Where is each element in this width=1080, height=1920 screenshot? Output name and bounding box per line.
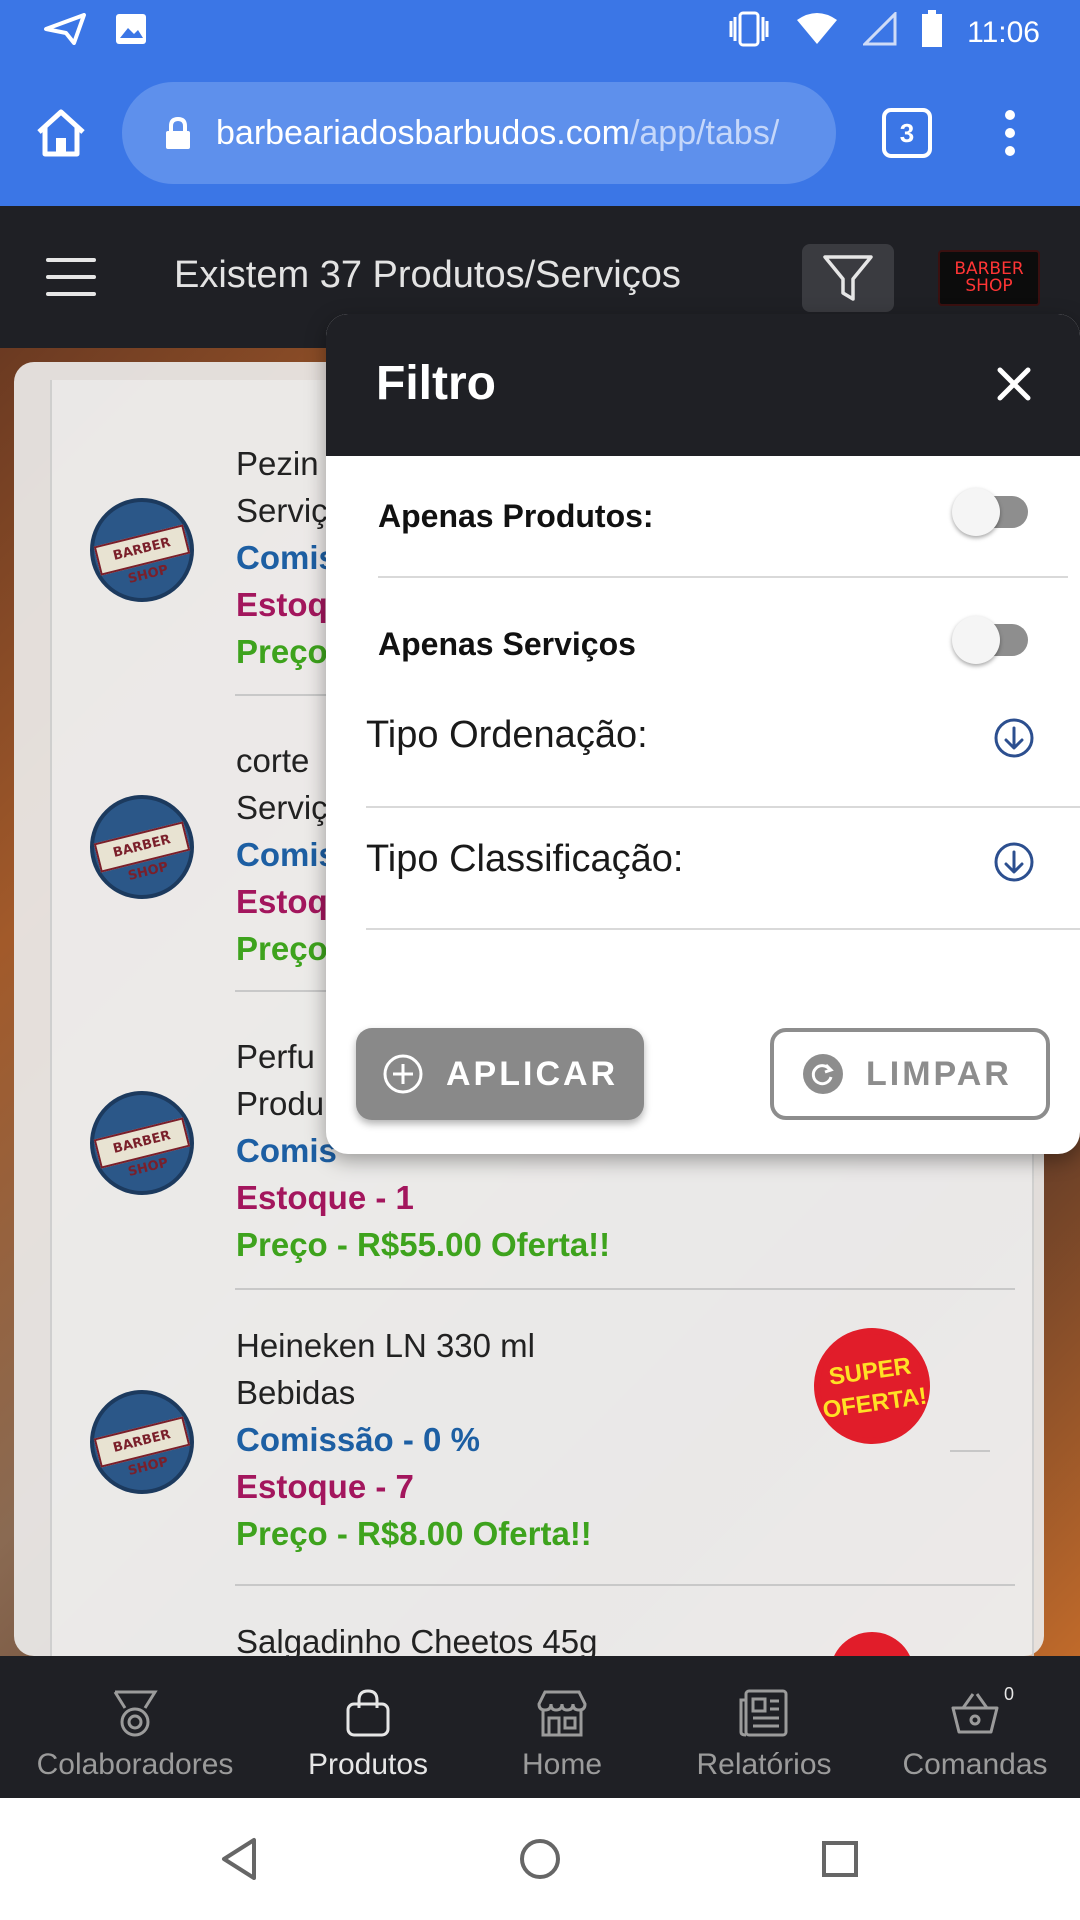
filter-icon <box>823 255 873 301</box>
url-bar[interactable]: barbeariadosbarbudos.com/app/tabs/ <box>122 82 836 184</box>
add-circle-icon <box>383 1054 423 1094</box>
url-host: barbeariadosbarbudos.com <box>216 113 630 152</box>
item-stock: Estoque - 1 <box>236 1179 414 1216</box>
close-icon[interactable] <box>992 362 1036 406</box>
refresh-icon <box>803 1054 843 1094</box>
apply-label: APLICAR <box>446 1054 619 1093</box>
back-icon[interactable] <box>216 1834 266 1884</box>
recents-icon[interactable] <box>815 1834 865 1884</box>
classification-type-select[interactable]: Tipo Classificação: <box>366 796 1080 916</box>
divider <box>366 928 1080 930</box>
filter-button[interactable] <box>802 244 894 312</box>
filter-header: Filtro <box>326 314 1080 456</box>
status-bar: 11:06 <box>0 0 1080 64</box>
wifi-icon <box>795 12 839 54</box>
tab-label: Comandas <box>902 1748 1048 1781</box>
lock-icon <box>166 116 190 149</box>
avatar: BARBER SHOP <box>90 1091 194 1195</box>
classification-type-label: Tipo Classificação: <box>366 838 684 880</box>
system-nav-bar <box>0 1798 1080 1920</box>
clear-label: LIMPAR <box>866 1054 1012 1093</box>
sort-type-select[interactable]: Tipo Ordenação: <box>366 672 1080 792</box>
apply-button[interactable]: APLICAR <box>356 1028 644 1120</box>
battery-icon <box>921 10 943 56</box>
tab-label: Home <box>521 1748 603 1781</box>
store-icon <box>537 1690 587 1737</box>
tab-produtos[interactable]: Produtos <box>270 1656 466 1798</box>
only-services-label: Apenas Serviços <box>378 626 636 662</box>
sort-type-label: Tipo Ordenação: <box>366 714 648 756</box>
signal-icon <box>861 10 897 54</box>
tab-relatorios[interactable]: Relatórios <box>658 1656 870 1798</box>
arrow-down-circle-icon <box>994 842 1034 882</box>
send-icon <box>44 13 86 50</box>
tab-switcher-button[interactable]: 3 <box>882 108 932 158</box>
filter-popover: Filtro Apenas Produtos: Apenas Serviços … <box>326 314 1080 1154</box>
browser-toolbar: barbeariadosbarbudos.com/app/tabs/ 3 <box>0 64 1080 206</box>
item-price: Preço - R$8.00 Oferta!! <box>236 1515 592 1552</box>
item-price: Preço - R$55.00 Oferta!! <box>236 1226 611 1263</box>
image-icon <box>114 12 148 51</box>
arrow-down-circle-icon <box>994 718 1034 758</box>
bottom-tab-bar: Colaboradores Produtos Home Relatórios 0… <box>0 1656 1080 1798</box>
vibrate-icon <box>727 11 771 55</box>
url-path: /app/tabs/ <box>629 113 780 152</box>
status-time: 11:06 <box>967 16 1040 49</box>
tab-comandas[interactable]: 0 Comandas <box>870 1656 1080 1798</box>
url-text: barbeariadosbarbudos.com/app/tabs/ <box>216 114 779 153</box>
filter-title: Filtro <box>376 357 496 410</box>
clear-button[interactable]: LIMPAR <box>770 1028 1050 1120</box>
barber-shop-logo: BARBER SHOP <box>938 250 1040 306</box>
item-action-dash[interactable] <box>950 1450 990 1452</box>
newspaper-icon <box>739 1689 788 1737</box>
super-offer-badge-partial <box>830 1632 914 1656</box>
basket-icon <box>951 1693 999 1734</box>
avatar: BARBER SHOP <box>90 1390 194 1494</box>
tab-label: Colaboradores <box>36 1748 234 1781</box>
home-icon[interactable] <box>30 102 92 164</box>
shopping-bag-icon <box>346 1689 390 1737</box>
tab-label: Relatórios <box>696 1748 832 1781</box>
item-stock: Estoque - 7 <box>236 1468 414 1505</box>
page-title: Existem 37 Produtos/Serviços <box>174 254 681 296</box>
divider <box>235 1288 1015 1290</box>
avatar: BARBER SHOP <box>90 498 194 602</box>
tab-label: Produtos <box>307 1748 429 1781</box>
tab-home[interactable]: Home <box>466 1656 658 1798</box>
medal-icon <box>113 1690 158 1737</box>
only-products-label: Apenas Produtos: <box>378 498 654 534</box>
tab-colaboradores[interactable]: Colaboradores <box>0 1656 270 1798</box>
divider <box>235 1584 1015 1586</box>
only-products-row: Apenas Produtos: <box>378 462 1078 566</box>
only-products-toggle[interactable] <box>952 488 1028 536</box>
overflow-menu-icon[interactable] <box>990 102 1030 164</box>
comandas-count-badge: 0 <box>1004 1684 1015 1704</box>
hamburger-menu-icon[interactable] <box>46 258 96 296</box>
only-services-toggle[interactable] <box>952 616 1028 664</box>
divider <box>378 576 1068 578</box>
home-circle-icon[interactable] <box>515 1834 565 1884</box>
avatar: BARBER SHOP <box>90 795 194 899</box>
